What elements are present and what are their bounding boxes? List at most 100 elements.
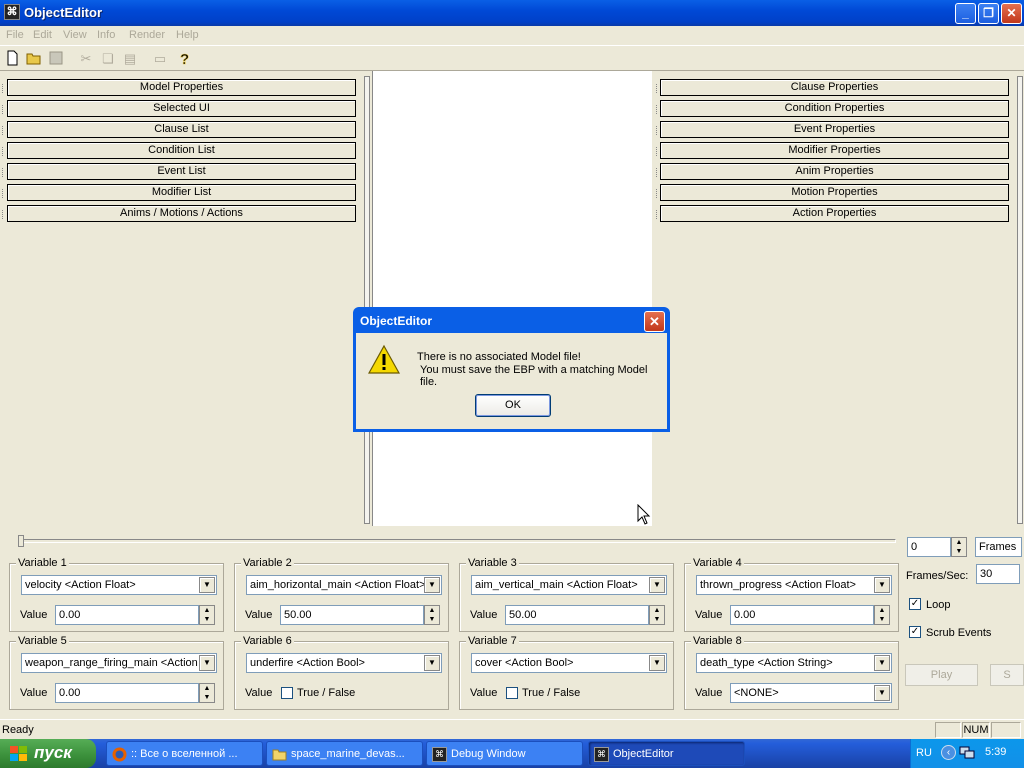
- grip: [2, 84, 5, 93]
- menu-edit[interactable]: Edit: [33, 29, 52, 41]
- variable-group-label: Variable 2: [241, 557, 294, 569]
- menu-file[interactable]: File: [6, 29, 24, 41]
- chevron-left-icon[interactable]: ‹: [941, 745, 956, 760]
- chevron-down-icon[interactable]: ▼: [874, 655, 890, 671]
- chevron-down-icon[interactable]: ▼: [424, 577, 440, 593]
- chevron-down-icon[interactable]: ▼: [649, 655, 665, 671]
- play-button[interactable]: Play: [905, 664, 978, 686]
- variable-select[interactable]: cover <Action Bool>: [471, 653, 667, 673]
- object-editor-icon: ⌘: [594, 747, 609, 762]
- event-properties-button[interactable]: Event Properties: [660, 121, 1009, 138]
- frame-input[interactable]: 0: [907, 537, 951, 557]
- clause-list-button[interactable]: Clause List: [7, 121, 356, 138]
- right-panel-scrollbar[interactable]: [1017, 76, 1023, 524]
- stop-button[interactable]: S: [990, 664, 1024, 686]
- loop-checkbox[interactable]: ✓: [909, 598, 921, 610]
- render-viewport[interactable]: [372, 71, 652, 526]
- network-icon[interactable]: [959, 746, 975, 763]
- variable-group-4: Variable 4 thrown_progress <Action Float…: [684, 557, 899, 632]
- value-select[interactable]: <NONE>: [730, 683, 892, 703]
- model-properties-button[interactable]: Model Properties: [7, 79, 356, 96]
- status-cell-empty: [935, 722, 961, 738]
- print-icon[interactable]: ▭: [151, 50, 169, 68]
- value-spinner[interactable]: ▲ ▼: [649, 605, 665, 625]
- language-indicator[interactable]: RU: [916, 747, 932, 759]
- value-input[interactable]: 50.00: [280, 605, 424, 625]
- variable-select[interactable]: death_type <Action String>: [696, 653, 892, 673]
- variable-group-8: Variable 8 death_type <Action String> ▼ …: [684, 635, 899, 710]
- frame-spinner[interactable]: ▲ ▼: [951, 537, 967, 557]
- scrub-events-checkbox[interactable]: ✓: [909, 626, 921, 638]
- chevron-down-icon[interactable]: ▼: [199, 655, 215, 671]
- variable-select[interactable]: weapon_range_firing_main <Action: [21, 653, 217, 673]
- copy-icon[interactable]: ❏: [99, 50, 117, 68]
- svg-text:?: ?: [180, 51, 189, 68]
- anims-motions-actions-button[interactable]: Anims / Motions / Actions: [7, 205, 356, 222]
- grip: [656, 168, 659, 177]
- variable-select[interactable]: underfire <Action Bool>: [246, 653, 442, 673]
- anim-properties-button[interactable]: Anim Properties: [660, 163, 1009, 180]
- modifier-properties-button[interactable]: Modifier Properties: [660, 142, 1009, 159]
- cut-icon[interactable]: ✂: [77, 50, 95, 68]
- modifier-list-button[interactable]: Modifier List: [7, 184, 356, 201]
- clause-properties-button[interactable]: Clause Properties: [660, 79, 1009, 96]
- grip: [656, 126, 659, 135]
- object-editor-icon: ⌘: [432, 747, 447, 762]
- open-folder-icon[interactable]: [25, 50, 43, 68]
- value-spinner[interactable]: ▲ ▼: [199, 605, 215, 625]
- help-icon[interactable]: ?: [175, 50, 193, 69]
- fps-input[interactable]: 30: [976, 564, 1020, 584]
- menu-help[interactable]: Help: [176, 29, 199, 41]
- value-spinner[interactable]: ▲ ▼: [199, 683, 215, 703]
- left-panel-scrollbar[interactable]: [364, 76, 370, 524]
- chevron-down-icon[interactable]: ▼: [424, 655, 440, 671]
- true-false-checkbox[interactable]: [281, 687, 293, 699]
- variable-select[interactable]: aim_horizontal_main <Action Float>: [246, 575, 442, 595]
- dialog-close-button[interactable]: ✕: [644, 311, 665, 332]
- mouse-cursor-icon: [637, 503, 651, 529]
- save-icon[interactable]: [47, 50, 65, 68]
- system-tray: RU ‹ 5:39: [910, 739, 1024, 768]
- start-button[interactable]: пуск: [0, 739, 96, 768]
- ok-button[interactable]: OK: [475, 394, 551, 417]
- value-input[interactable]: 50.00: [505, 605, 649, 625]
- minimize-button[interactable]: _: [955, 3, 976, 24]
- chevron-down-icon[interactable]: ▼: [874, 685, 890, 701]
- taskbar-item-object-editor[interactable]: ⌘ ObjectEditor: [588, 741, 745, 766]
- motion-properties-button[interactable]: Motion Properties: [660, 184, 1009, 201]
- action-properties-button[interactable]: Action Properties: [660, 205, 1009, 222]
- restore-button[interactable]: ❐: [978, 3, 999, 24]
- true-false-checkbox[interactable]: [506, 687, 518, 699]
- variable-select[interactable]: thrown_progress <Action Float>: [696, 575, 892, 595]
- variable-group-2: Variable 2 aim_horizontal_main <Action F…: [234, 557, 449, 632]
- menu-view[interactable]: View: [63, 29, 87, 41]
- paste-icon[interactable]: ▤: [121, 50, 139, 68]
- value-input[interactable]: 0.00: [730, 605, 874, 625]
- chevron-down-icon[interactable]: ▼: [649, 577, 665, 593]
- value-input[interactable]: 0.00: [55, 605, 199, 625]
- value-spinner[interactable]: ▲ ▼: [874, 605, 890, 625]
- variable-group-label: Variable 1: [16, 557, 69, 569]
- menu-render[interactable]: Render: [129, 29, 165, 41]
- new-file-icon[interactable]: [3, 50, 21, 68]
- selected-ui-button[interactable]: Selected UI: [7, 100, 356, 117]
- chevron-down-icon[interactable]: ▼: [199, 577, 215, 593]
- value-spinner[interactable]: ▲ ▼: [424, 605, 440, 625]
- chevron-down-icon[interactable]: ▼: [874, 577, 890, 593]
- variable-select[interactable]: velocity <Action Float>: [21, 575, 217, 595]
- menu-info[interactable]: Info: [97, 29, 115, 41]
- taskbar-item-folder[interactable]: space_marine_devas...: [266, 741, 423, 766]
- frame-unit-field[interactable]: Frames: [975, 537, 1022, 557]
- close-button[interactable]: ✕: [1001, 3, 1022, 24]
- condition-list-button[interactable]: Condition List: [7, 142, 356, 159]
- grip: [2, 147, 5, 156]
- grip: [2, 189, 5, 198]
- taskbar-item-debug-window[interactable]: ⌘ Debug Window: [426, 741, 583, 766]
- taskbar-item-firefox[interactable]: :: Все о вселенной ...: [106, 741, 263, 766]
- taskbar-item-label: Debug Window: [451, 748, 526, 760]
- event-list-button[interactable]: Event List: [7, 163, 356, 180]
- variable-select[interactable]: aim_vertical_main <Action Float>: [471, 575, 667, 595]
- value-input[interactable]: 0.00: [55, 683, 199, 703]
- timeline-slider-thumb[interactable]: [18, 535, 24, 547]
- condition-properties-button[interactable]: Condition Properties: [660, 100, 1009, 117]
